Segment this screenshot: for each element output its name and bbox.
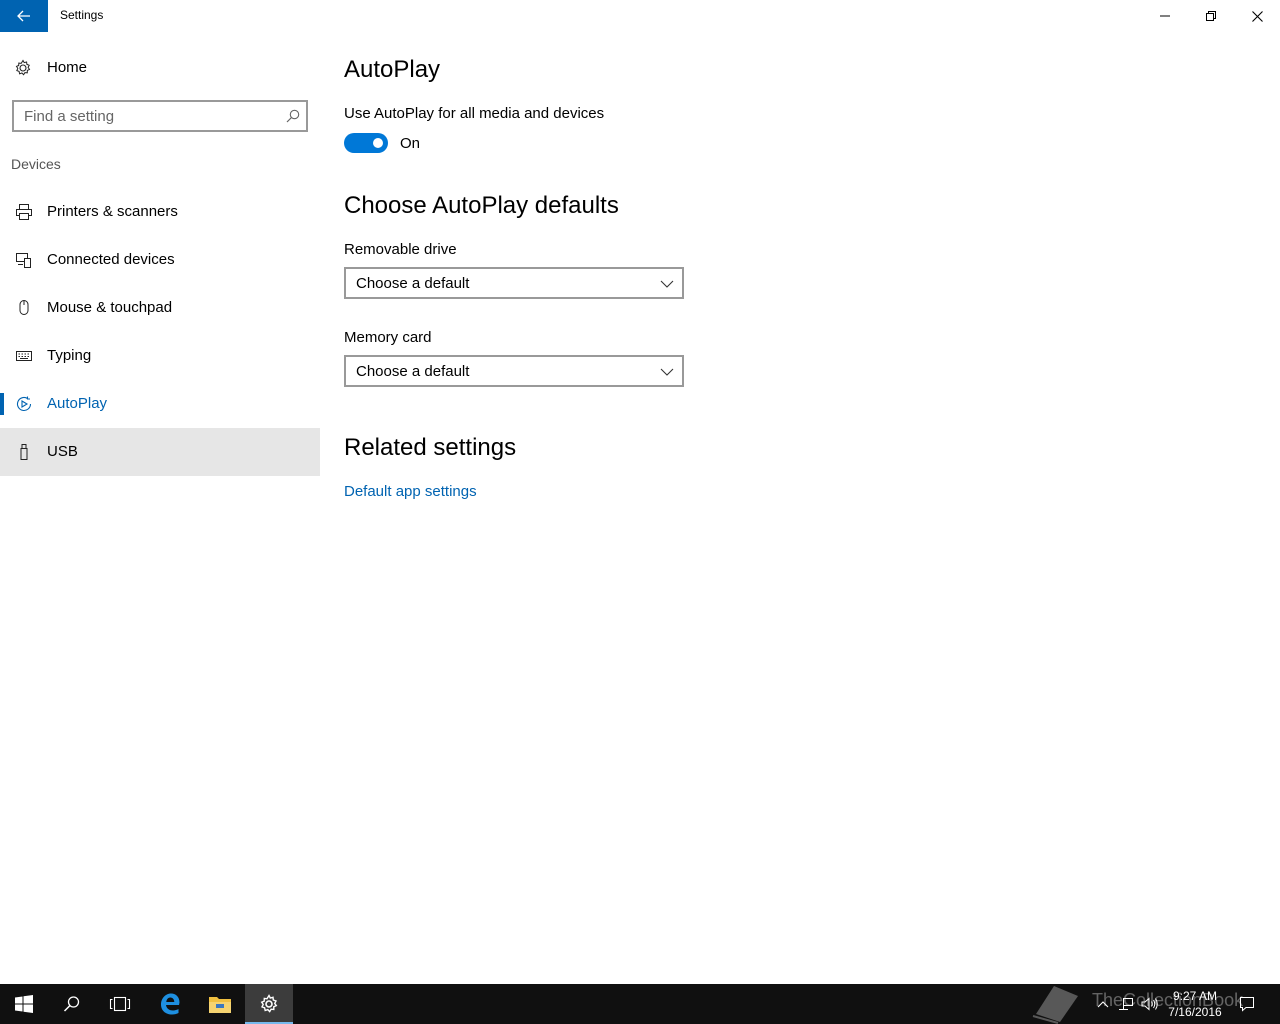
network-button[interactable]: [1116, 984, 1136, 1024]
memory-card-dropdown[interactable]: Choose a default: [344, 355, 684, 387]
main-content: AutoPlay Use AutoPlay for all media and …: [344, 32, 1244, 932]
chevron-down-icon: [660, 280, 674, 288]
notification-icon: [1240, 997, 1254, 1012]
autoplay-toggle[interactable]: [344, 133, 388, 153]
task-view-button[interactable]: [96, 984, 144, 1024]
sidebar-item-home[interactable]: Home: [0, 52, 320, 84]
sidebar-item-mouse-touchpad[interactable]: Mouse & touchpad: [0, 284, 320, 332]
sidebar-item-connected-devices[interactable]: Connected devices: [0, 236, 320, 284]
search-box[interactable]: [12, 100, 308, 132]
section-label: Devices: [11, 156, 61, 172]
edge-icon: [161, 993, 180, 1015]
minimize-button[interactable]: [1142, 0, 1188, 32]
sidebar-item-autoplay[interactable]: AutoPlay: [0, 380, 320, 428]
task-view-icon: [109, 996, 131, 1012]
search-icon[interactable]: [286, 109, 300, 123]
chevron-down-icon: [660, 368, 674, 376]
defaults-heading: Choose AutoPlay defaults: [344, 192, 619, 219]
restore-button[interactable]: [1188, 0, 1234, 32]
close-icon: [1251, 10, 1263, 22]
sidebar-item-label: Mouse & touchpad: [47, 299, 173, 316]
chevron-up-icon: [1097, 1001, 1109, 1008]
sidebar-item-label: Home: [47, 59, 88, 76]
title-bar: Settings: [0, 0, 1280, 32]
page-title: AutoPlay: [344, 56, 441, 83]
search-input[interactable]: [24, 107, 274, 125]
back-arrow-icon: [17, 10, 30, 22]
clock-date: 7/16/2016: [1168, 1005, 1222, 1019]
edge-browser-button[interactable]: [146, 984, 194, 1024]
toggle-caption: Use AutoPlay for all media and devices: [344, 105, 605, 122]
search-icon: [63, 996, 80, 1012]
sidebar-item-label: AutoPlay: [47, 395, 108, 412]
minimize-icon: [1160, 15, 1170, 17]
sidebar-item-typing[interactable]: Typing: [0, 332, 320, 380]
volume-icon: [1141, 997, 1158, 1011]
sidebar-item-usb[interactable]: USB: [0, 428, 320, 476]
usb-icon: [20, 444, 28, 460]
windows-logo-icon: [15, 995, 33, 1013]
show-hidden-icons-button[interactable]: [1094, 984, 1112, 1024]
file-explorer-button[interactable]: [196, 984, 244, 1024]
memory-card-label: Memory card: [344, 329, 432, 346]
action-center-button[interactable]: [1236, 984, 1258, 1024]
removable-drive-label: Removable drive: [344, 241, 457, 258]
search-taskbar-button[interactable]: [48, 984, 96, 1024]
sidebar-item-label: Printers & scanners: [47, 203, 178, 220]
keyboard-icon: [16, 351, 32, 361]
restore-icon: [1206, 11, 1216, 21]
gear-icon: [15, 59, 31, 76]
clock[interactable]: 9:27 AM 7/16/2016: [1160, 988, 1230, 1020]
sidebar: Home Devices Printers & scanners Connect…: [0, 32, 320, 984]
default-app-settings-link[interactable]: Default app settings: [344, 483, 477, 500]
toggle-state-label: On: [400, 135, 421, 152]
sidebar-item-label: USB: [47, 443, 78, 460]
start-button[interactable]: [0, 984, 48, 1024]
dropdown-value: Choose a default: [356, 275, 470, 292]
autoplay-icon: [16, 396, 32, 412]
sidebar-item-label: Typing: [47, 347, 92, 364]
close-button[interactable]: [1234, 0, 1280, 32]
settings-taskbar-button[interactable]: [245, 984, 293, 1024]
gear-icon: [260, 994, 278, 1013]
selection-indicator: [0, 393, 4, 415]
mouse-icon: [19, 300, 29, 315]
clock-time: 9:27 AM: [1172, 989, 1218, 1003]
sidebar-item-label: Connected devices: [47, 251, 175, 268]
sidebar-item-printers-scanners[interactable]: Printers & scanners: [0, 188, 320, 236]
toggle-knob: [373, 138, 383, 148]
removable-drive-dropdown[interactable]: Choose a default: [344, 267, 684, 299]
connected-devices-icon: [16, 253, 31, 268]
taskbar: 9:27 AM 7/16/2016: [0, 984, 1280, 1024]
volume-button[interactable]: [1140, 984, 1160, 1024]
back-button[interactable]: [0, 0, 48, 32]
folder-icon: [209, 997, 231, 1013]
printer-icon: [16, 204, 32, 220]
network-icon: [1119, 998, 1133, 1010]
app-title: Settings: [60, 8, 104, 22]
related-settings-heading: Related settings: [344, 434, 517, 461]
dropdown-value: Choose a default: [356, 363, 470, 380]
